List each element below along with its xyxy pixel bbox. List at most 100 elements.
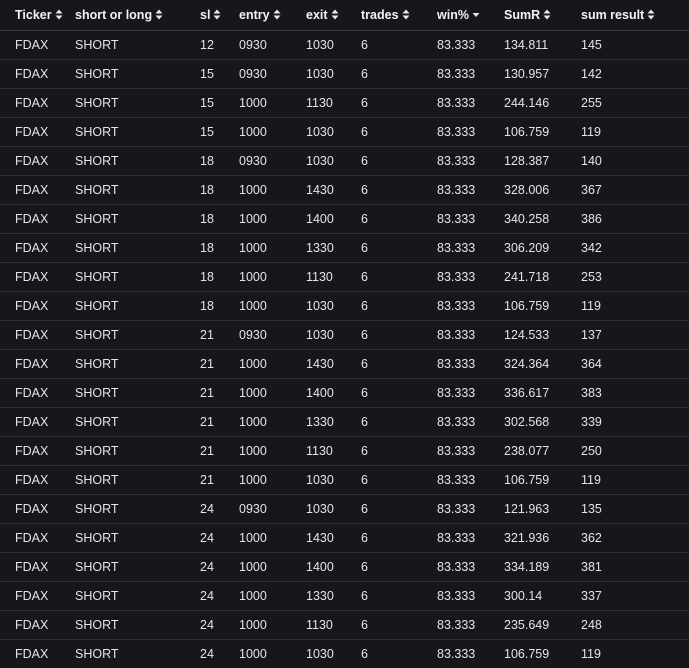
cell-sl: 18 <box>200 154 214 168</box>
cell-ticker: FDAX <box>15 560 49 574</box>
cell-direction: SHORT <box>75 415 119 429</box>
cell-direction: SHORT <box>75 38 119 52</box>
cell-exit: 1400 <box>306 386 334 400</box>
cell-trades: 6 <box>361 560 368 574</box>
table-row: FDAX SHORT 24 1000 1400 6 83.333 334.189 381 <box>0 553 689 582</box>
cell-win-pct: 83.333 <box>437 531 476 545</box>
cell-sl: 18 <box>200 270 214 284</box>
cell-trades: 6 <box>361 473 368 487</box>
table-row: FDAX SHORT 21 1000 1330 6 83.333 302.568 339 <box>0 408 689 437</box>
cell-win-pct: 83.333 <box>437 125 476 139</box>
sort-both-icon <box>331 9 339 20</box>
column-header-short-or-long[interactable]: short or long <box>75 0 200 31</box>
table-row: FDAX SHORT 24 0930 1030 6 83.333 121.963 135 <box>0 495 689 524</box>
cell-sumr: 324.364 <box>504 357 550 371</box>
cell-sl: 21 <box>200 386 214 400</box>
cell-ticker: FDAX <box>15 212 49 226</box>
cell-sumr: 124.533 <box>504 328 550 342</box>
cell-win-pct: 83.333 <box>437 502 476 516</box>
cell-exit: 1030 <box>306 328 334 342</box>
cell-sum-result: 119 <box>581 473 601 487</box>
cell-sumr: 336.617 <box>504 386 550 400</box>
cell-ticker: FDAX <box>15 270 49 284</box>
cell-sl: 12 <box>200 38 214 52</box>
cell-ticker: FDAX <box>15 386 49 400</box>
column-header-sumr[interactable]: SumR <box>504 0 581 31</box>
column-header-win[interactable]: win% <box>437 0 504 31</box>
cell-sumr: 106.759 <box>504 125 550 139</box>
cell-entry: 1000 <box>239 386 267 400</box>
column-header-label: sum result <box>581 8 645 22</box>
table-row: FDAX SHORT 18 1000 1130 6 83.333 241.718 253 <box>0 263 689 292</box>
cell-exit: 1330 <box>306 589 334 603</box>
cell-win-pct: 83.333 <box>437 154 476 168</box>
cell-trades: 6 <box>361 328 368 342</box>
table-row: FDAX SHORT 18 0930 1030 6 83.333 128.387 140 <box>0 147 689 176</box>
cell-trades: 6 <box>361 531 368 545</box>
cell-direction: SHORT <box>75 241 119 255</box>
cell-sl: 18 <box>200 212 214 226</box>
cell-sl: 21 <box>200 328 214 342</box>
cell-ticker: FDAX <box>15 96 49 110</box>
cell-sum-result: 383 <box>581 386 602 400</box>
cell-entry: 1000 <box>239 212 267 226</box>
column-header-entry[interactable]: entry <box>239 0 306 31</box>
cell-sl: 24 <box>200 589 214 603</box>
sort-both-icon <box>55 9 63 20</box>
cell-sl: 18 <box>200 241 214 255</box>
table-row: FDAX SHORT 24 1000 1330 6 83.333 300.14 337 <box>0 582 689 611</box>
cell-direction: SHORT <box>75 212 119 226</box>
cell-direction: SHORT <box>75 328 119 342</box>
cell-entry: 1000 <box>239 270 267 284</box>
cell-sl: 24 <box>200 618 214 632</box>
cell-exit: 1030 <box>306 502 334 516</box>
cell-direction: SHORT <box>75 96 119 110</box>
cell-exit: 1030 <box>306 473 334 487</box>
cell-ticker: FDAX <box>15 125 49 139</box>
cell-direction: SHORT <box>75 560 119 574</box>
cell-trades: 6 <box>361 96 368 110</box>
cell-ticker: FDAX <box>15 444 49 458</box>
column-header-trades[interactable]: trades <box>361 0 437 31</box>
cell-sl: 21 <box>200 473 214 487</box>
cell-win-pct: 83.333 <box>437 473 476 487</box>
cell-sl: 18 <box>200 299 214 313</box>
cell-sum-result: 342 <box>581 241 602 255</box>
cell-sumr: 128.387 <box>504 154 550 168</box>
cell-direction: SHORT <box>75 183 119 197</box>
cell-trades: 6 <box>361 589 368 603</box>
cell-win-pct: 83.333 <box>437 183 476 197</box>
cell-win-pct: 83.333 <box>437 647 476 661</box>
column-header-label: short or long <box>75 8 153 22</box>
column-header-sum-result[interactable]: sum result <box>581 0 689 31</box>
table-row: FDAX SHORT 21 1000 1400 6 83.333 336.617 383 <box>0 379 689 408</box>
column-header-ticker[interactable]: Ticker <box>0 0 75 31</box>
cell-exit: 1330 <box>306 415 334 429</box>
cell-ticker: FDAX <box>15 183 49 197</box>
column-header-sl[interactable]: sl <box>200 0 239 31</box>
cell-ticker: FDAX <box>15 618 49 632</box>
cell-exit: 1030 <box>306 125 334 139</box>
cell-trades: 6 <box>361 183 368 197</box>
cell-exit: 1400 <box>306 560 334 574</box>
cell-sum-result: 339 <box>581 415 602 429</box>
cell-exit: 1430 <box>306 531 334 545</box>
table-row: FDAX SHORT 18 1000 1030 6 83.333 106.759 119 <box>0 292 689 321</box>
cell-sumr: 328.006 <box>504 183 550 197</box>
cell-sum-result: 248 <box>581 618 602 632</box>
table-row: FDAX SHORT 18 1000 1330 6 83.333 306.209 342 <box>0 234 689 263</box>
cell-entry: 1000 <box>239 183 267 197</box>
cell-exit: 1030 <box>306 38 334 52</box>
column-header-exit[interactable]: exit <box>306 0 361 31</box>
cell-win-pct: 83.333 <box>437 270 476 284</box>
results-table: Ticker short or long sl entry exit trades win%… <box>0 0 689 668</box>
cell-sum-result: 381 <box>581 560 602 574</box>
cell-sumr: 241.718 <box>504 270 550 284</box>
cell-entry: 0930 <box>239 154 267 168</box>
cell-entry: 1000 <box>239 647 267 661</box>
cell-direction: SHORT <box>75 444 119 458</box>
cell-ticker: FDAX <box>15 415 49 429</box>
cell-sumr: 134.811 <box>504 38 549 52</box>
table-row: FDAX SHORT 24 1000 1030 6 83.333 106.759 119 <box>0 640 689 668</box>
cell-sl: 21 <box>200 357 214 371</box>
